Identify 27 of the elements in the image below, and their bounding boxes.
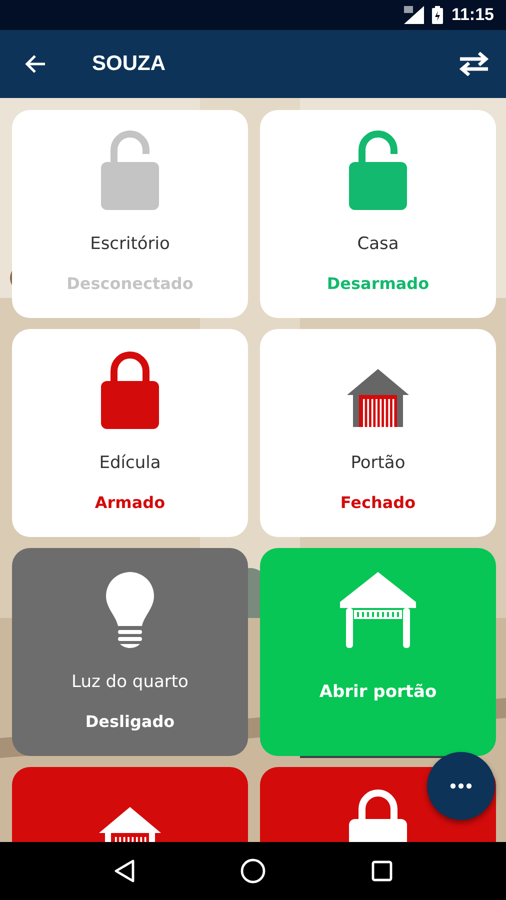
back-icon[interactable] bbox=[112, 859, 135, 883]
device-name: Abrir portão bbox=[319, 682, 437, 702]
device-status: Fechado bbox=[340, 493, 416, 512]
home-icon[interactable] bbox=[240, 858, 266, 884]
light-bulb-icon bbox=[106, 572, 154, 648]
device-status: Desconectado bbox=[66, 274, 194, 293]
device-status: Armado bbox=[94, 493, 166, 512]
device-name: Casa bbox=[357, 234, 399, 254]
device-status: Desligado bbox=[85, 712, 175, 731]
garage-icon bbox=[345, 367, 411, 429]
gate-icon bbox=[339, 572, 417, 648]
clock-time: 11:15 bbox=[451, 5, 494, 25]
device-tile[interactable]: Casa Desarmado bbox=[260, 110, 496, 318]
device-tile[interactable]: Escritório Desconectado bbox=[12, 110, 248, 318]
device-name: Luz do quarto bbox=[72, 672, 188, 692]
device-name: Escritório bbox=[90, 234, 170, 254]
device-tile[interactable]: Edícula Armado bbox=[12, 329, 248, 537]
signal-icon bbox=[404, 6, 424, 24]
device-status: Desarmado bbox=[326, 274, 430, 293]
device-tile[interactable]: Luz do quarto Desligado bbox=[12, 548, 248, 756]
device-name: Edícula bbox=[99, 453, 161, 473]
recents-icon[interactable] bbox=[371, 860, 394, 882]
device-tile[interactable]: Portão Fechado bbox=[260, 329, 496, 537]
page-title: SOUZA bbox=[92, 52, 166, 76]
device-name: Portão bbox=[350, 453, 406, 473]
more-icon bbox=[450, 783, 472, 789]
battery-icon bbox=[432, 6, 444, 24]
